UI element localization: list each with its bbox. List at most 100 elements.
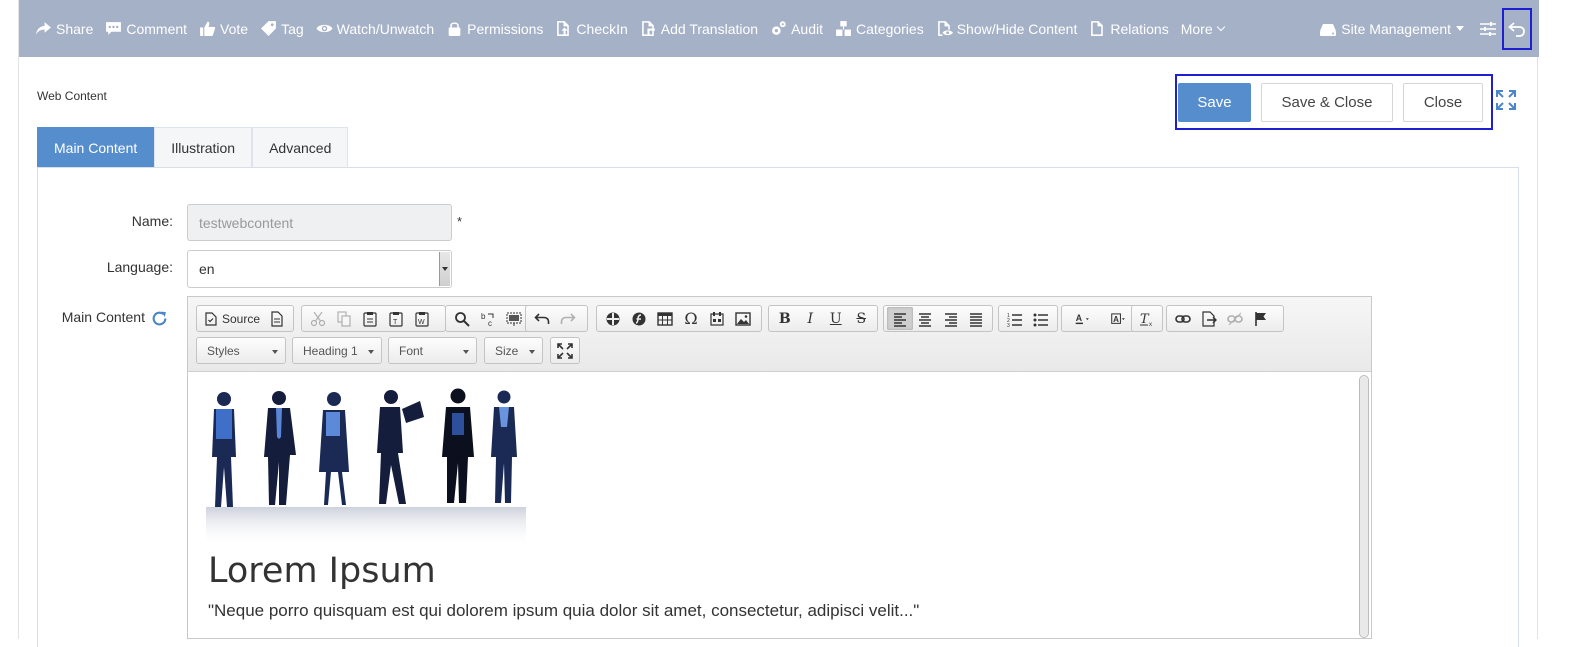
comment-action[interactable]: Comment [105, 20, 187, 37]
source-label: Source [222, 311, 261, 326]
toolbar-group-editing: bc [445, 305, 533, 332]
toolbar-group-alignment [883, 305, 993, 332]
special-char-button[interactable]: Ω [678, 307, 704, 330]
internal-link-icon [1202, 310, 1217, 327]
caret-down-icon [463, 350, 469, 354]
site-management-dropdown[interactable]: Site Management [1319, 21, 1464, 37]
align-left-button[interactable] [887, 307, 913, 330]
select-dropdown-handle[interactable] [439, 252, 450, 286]
watch-label: Watch/Unwatch [336, 20, 435, 37]
align-right-button[interactable] [938, 307, 964, 330]
checkin-action[interactable]: CheckIn [555, 20, 628, 37]
business-people-image [206, 388, 526, 547]
font-combo[interactable]: Font [388, 337, 477, 364]
bullet-list-button[interactable] [1028, 307, 1054, 330]
tab-illustration[interactable]: Illustration [154, 127, 253, 168]
styles-combo[interactable]: Styles [196, 337, 286, 364]
share-label: Share [56, 20, 94, 37]
save-button[interactable]: Save [1178, 83, 1251, 122]
gears-icon [772, 21, 786, 35]
categories-action[interactable]: Categories [835, 20, 924, 37]
svg-text:A: A [1113, 314, 1119, 323]
background-color-icon: A [1111, 312, 1125, 323]
scrollbar-thumb[interactable] [1360, 376, 1368, 637]
add-translation-action[interactable]: Add Translation [640, 20, 758, 37]
share-action[interactable]: Share [35, 20, 93, 37]
link-button[interactable] [1170, 307, 1196, 330]
back-button[interactable] [1502, 7, 1532, 50]
fullscreen-icon[interactable] [1495, 89, 1517, 111]
bold-button[interactable]: B [772, 307, 798, 330]
magnifier-icon [455, 311, 470, 327]
undo-button[interactable] [529, 307, 555, 330]
paste-word-button[interactable]: W [409, 307, 435, 330]
maximize-button[interactable] [552, 339, 578, 362]
permissions-action[interactable]: Permissions [446, 20, 543, 37]
numbered-list-icon: 123 [1007, 313, 1022, 327]
remove-format-button[interactable]: Tx [1135, 307, 1159, 330]
caret-down-icon [1456, 26, 1464, 31]
insert-flash-button[interactable] [626, 307, 652, 330]
main-content-label: Main Content [61, 309, 145, 325]
show-hide-action[interactable]: Show/Hide Content [936, 20, 1077, 37]
insert-image-button[interactable] [730, 307, 756, 330]
add-translation-label: Add Translation [660, 20, 759, 37]
svg-text:3: 3 [1007, 323, 1010, 327]
unlink-button[interactable] [1222, 307, 1248, 330]
numbered-list-button[interactable]: 123 [1002, 307, 1028, 330]
insert-media-button[interactable] [600, 307, 626, 330]
paste-button[interactable] [357, 307, 383, 330]
more-menu[interactable]: More [1181, 21, 1225, 37]
text-color-icon: A [1075, 313, 1089, 324]
insert-template-button[interactable] [704, 307, 730, 330]
chevron-down-icon [1216, 22, 1225, 31]
insert-table-button[interactable] [652, 307, 678, 330]
text-color-button[interactable]: A [1065, 307, 1101, 330]
strike-button[interactable]: S [849, 307, 875, 330]
cut-button[interactable] [305, 307, 331, 330]
settings-toggle-button[interactable] [1474, 9, 1502, 49]
tab-advanced[interactable]: Advanced [252, 127, 349, 168]
relations-action[interactable]: Relations [1089, 20, 1169, 37]
align-left-icon [893, 312, 906, 327]
sliders-icon [1480, 21, 1496, 36]
select-all-button[interactable] [501, 307, 527, 330]
copy-button[interactable] [331, 307, 357, 330]
size-combo[interactable]: Size [484, 337, 543, 364]
paste-text-button[interactable]: T [383, 307, 409, 330]
svg-text:A: A [1076, 313, 1083, 323]
audit-action[interactable]: Audit [770, 20, 823, 37]
language-select[interactable]: en [187, 250, 452, 288]
required-marker: * [457, 214, 463, 229]
site-management-label: Site Management [1341, 20, 1451, 37]
editor-content-area[interactable]: Lorem Ipsum "Neque porro quisquam est qu… [188, 373, 1371, 640]
source-button[interactable]: Source [200, 307, 264, 330]
align-center-button[interactable] [913, 307, 939, 330]
underline-button[interactable]: U [823, 307, 849, 330]
watch-action[interactable]: Watch/Unwatch [316, 20, 435, 37]
table-icon [657, 311, 673, 326]
editor-scrollbar[interactable] [1359, 375, 1369, 638]
svg-text:T: T [393, 319, 398, 326]
find-button[interactable] [449, 307, 475, 330]
vote-action[interactable]: Vote [199, 20, 248, 37]
paste-text-icon: T [389, 311, 403, 327]
maximize-icon [557, 342, 573, 359]
refresh-icon[interactable] [151, 310, 168, 327]
replace-button[interactable]: bc [475, 307, 501, 330]
internal-link-button[interactable] [1196, 307, 1222, 330]
align-justify-button[interactable] [964, 307, 990, 330]
new-page-icon [271, 310, 283, 327]
new-page-button[interactable] [264, 307, 290, 330]
format-combo[interactable]: Heading 1 [292, 337, 382, 364]
page: Share Comment Vote Tag Watch/Unwatch Per… [18, 0, 1539, 647]
save-close-button[interactable]: Save & Close [1261, 83, 1393, 122]
close-button[interactable]: Close [1403, 83, 1483, 122]
anchor-button[interactable] [1248, 307, 1274, 330]
italic-button[interactable]: I [798, 307, 824, 330]
tab-main-content[interactable]: Main Content [37, 127, 155, 168]
tag-action[interactable]: Tag [260, 20, 304, 37]
name-field[interactable]: testwebcontent [187, 204, 452, 241]
redo-button[interactable] [555, 307, 581, 330]
toolbar-group-links [1166, 305, 1284, 332]
